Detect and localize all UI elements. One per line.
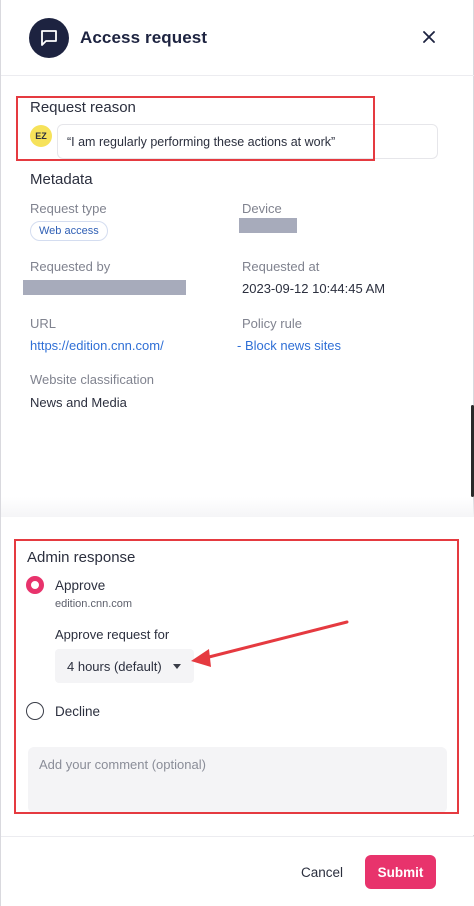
device-label: Device	[242, 201, 282, 216]
chat-bubble-icon	[29, 18, 69, 58]
request-type-label: Request type	[30, 201, 107, 216]
close-button[interactable]	[416, 24, 442, 50]
scroll-fade	[1, 497, 474, 517]
access-request-dialog: Access request Request reason EZ “I am r…	[0, 0, 474, 906]
requested-by-label: Requested by	[30, 259, 111, 274]
policy-rule-link[interactable]: - Block news sites	[237, 338, 341, 353]
close-icon	[423, 31, 435, 43]
policy-rule-label: Policy rule	[242, 316, 302, 331]
requested-by-redacted	[23, 280, 186, 295]
dialog-title: Access request	[80, 28, 208, 47]
requested-at-value: 2023-09-12 10:44:45 AM	[242, 281, 386, 296]
request-type-badge: Web access	[30, 221, 108, 241]
requested-at-label: Requested at	[242, 259, 320, 274]
annotation-box-request-reason	[16, 96, 375, 161]
url-link[interactable]: https://edition.cnn.com/	[30, 338, 164, 353]
url-label: URL	[30, 316, 57, 331]
metadata-label: Metadata	[30, 171, 93, 188]
submit-button[interactable]: Submit	[365, 855, 436, 889]
device-redacted	[239, 218, 297, 233]
cancel-button[interactable]: Cancel	[291, 856, 353, 888]
website-classification-value: News and Media	[30, 395, 127, 410]
website-classification-label: Website classification	[30, 372, 155, 387]
dialog-header: Access request	[1, 0, 474, 76]
annotation-box-admin-response	[14, 539, 459, 814]
